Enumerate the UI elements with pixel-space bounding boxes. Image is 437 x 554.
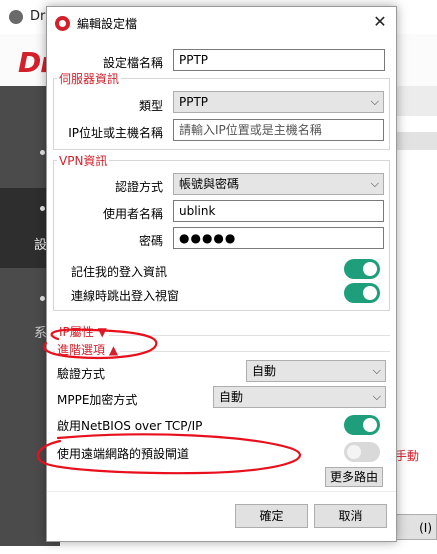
close-icon[interactable]: ✕: [369, 11, 391, 33]
default-gateway-label: 使用遠端網路的預設閘道: [57, 447, 190, 461]
server-info-title: 伺服器資訊: [57, 70, 122, 87]
chevron-down-icon: ⌵: [370, 177, 379, 190]
chevron-down-icon: ⌵: [372, 390, 381, 403]
dialog-app-icon: [55, 16, 70, 31]
profile-name-label: 設定檔名稱: [102, 56, 163, 70]
password-label: 密碼: [138, 234, 163, 248]
netbios-label: 啟用NetBIOS over TCP/IP: [57, 419, 203, 433]
sidebar-bullet-icon: [40, 296, 45, 301]
advanced-options-toggle[interactable]: 進階選項 ▲: [55, 341, 121, 358]
auth-select[interactable]: 帳號與密碼 ⌵: [173, 173, 384, 195]
dialog-title: 編輯設定檔: [77, 17, 138, 31]
host-label: IP位址或主機名稱: [68, 126, 163, 140]
background-manual-link[interactable]: 手動: [395, 447, 419, 464]
footer-divider: [47, 491, 396, 492]
background-window-title: Dr: [30, 9, 46, 24]
sidebar-bullet-icon: [40, 206, 45, 211]
ok-button[interactable]: 確定: [235, 504, 308, 528]
remember-login-label: 記住我的登入資訊: [71, 265, 168, 279]
mppe-select[interactable]: 自動 ⌵: [213, 386, 386, 408]
mppe-select-value: 自動: [219, 390, 244, 404]
background-content-header: [395, 86, 437, 116]
chevron-down-icon: ⌵: [370, 95, 379, 108]
background-content-row: [395, 132, 437, 150]
cancel-button[interactable]: 取消: [314, 504, 387, 528]
popup-login-toggle[interactable]: [344, 283, 380, 303]
app-icon: [9, 10, 23, 24]
netbios-toggle[interactable]: [344, 415, 380, 435]
default-gateway-toggle[interactable]: [344, 442, 380, 462]
verify-method-select[interactable]: 自動 ⌵: [246, 360, 386, 382]
edit-profile-dialog: 編輯設定檔 ✕ 設定檔名稱 PPTP 伺服器資訊 類型 PPTP ⌵ IP位址或…: [46, 6, 397, 542]
popup-login-label: 連線時跳出登入視窗: [71, 289, 180, 303]
more-routes-button[interactable]: 更多路由: [325, 467, 383, 487]
verify-method-label: 驗證方式: [57, 367, 106, 381]
profile-name-input[interactable]: PPTP: [173, 49, 385, 71]
type-select[interactable]: PPTP ⌵: [173, 91, 384, 113]
auth-select-value: 帳號與密碼: [179, 177, 240, 191]
username-label: 使用者名稱: [102, 207, 163, 221]
host-input[interactable]: 請輸入IP位置或是主機名稱: [173, 119, 384, 141]
type-select-value: PPTP: [179, 95, 209, 109]
type-label: 類型: [138, 99, 163, 113]
sidebar-bullet-icon: [40, 150, 45, 155]
ip-properties-toggle[interactable]: IP屬性 ▼: [57, 323, 109, 340]
password-input[interactable]: ●●●●●: [173, 227, 384, 249]
verify-method-value: 自動: [252, 364, 277, 378]
remember-login-toggle[interactable]: [344, 259, 380, 279]
chevron-down-icon: ⌵: [372, 364, 381, 377]
auth-label: 認證方式: [114, 180, 163, 194]
vpn-info-title: VPN資訊: [57, 152, 110, 169]
mppe-label: MPPE加密方式: [57, 393, 138, 407]
username-input[interactable]: ublink: [173, 200, 384, 222]
